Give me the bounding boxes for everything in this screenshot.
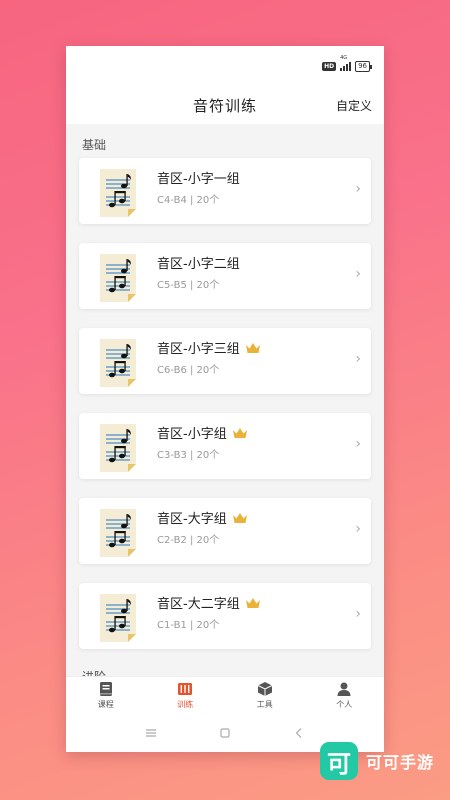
tab-tools[interactable]: 工具 [225, 677, 305, 714]
back-icon[interactable] [293, 727, 305, 739]
tab-profile[interactable]: 个人 [305, 677, 385, 714]
phone-screen: HD 4G 96 音符训练 自定义 基础 音区-小字一组 C4-B4 | 20个 ›… [66, 46, 384, 752]
card-subtitle: C6-B6 | 20个 [157, 365, 220, 376]
brand-logo: 可 [320, 742, 358, 780]
bottom-nav: 课程 训练 工具 个人 [66, 676, 384, 714]
training-card[interactable]: 音区-大字组 C2-B2 | 20个 › [79, 498, 371, 564]
card-title-row: 音区-小字一组 [157, 168, 240, 187]
crown-icon [232, 512, 247, 523]
crown-icon [232, 427, 247, 438]
card-title-row: 音区-大二字组 [157, 593, 261, 612]
tab-training[interactable]: 训练 [146, 677, 226, 714]
book-icon [99, 682, 112, 696]
card-subtitle: C4-B4 | 20个 [157, 195, 220, 206]
chevron-right-icon: › [355, 351, 361, 367]
brand-name: 可可手游 [366, 753, 435, 772]
card-title: 音区-小字二组 [157, 257, 240, 272]
status-bar: HD 4G 96 [66, 46, 384, 86]
card-title: 音区-大字组 [157, 512, 227, 527]
page-title: 音符训练 [192, 96, 257, 115]
chevron-right-icon: › [355, 606, 361, 622]
music-sheet-icon [99, 253, 137, 303]
tab-label: 课程 [97, 700, 114, 709]
training-card[interactable]: 音区-小字三组 C6-B6 | 20个 › [79, 328, 371, 394]
tab-courses[interactable]: 课程 [66, 677, 146, 714]
music-sheet-icon [99, 593, 137, 643]
crown-icon [245, 597, 260, 608]
training-card[interactable]: 音区-小字二组 C5-B5 | 20个 › [79, 243, 371, 309]
card-title: 音区-大二字组 [157, 597, 240, 612]
box-icon [257, 682, 272, 696]
customize-button[interactable]: 自定义 [336, 97, 372, 114]
music-sheet-icon [99, 508, 137, 558]
card-subtitle: C3-B3 | 20个 [157, 450, 220, 461]
person-icon [337, 682, 351, 696]
battery-icon: 96 [355, 60, 372, 72]
chevron-right-icon: › [355, 436, 361, 452]
card-subtitle: C2-B2 | 20个 [157, 535, 220, 546]
training-card[interactable]: 音区-小字组 C3-B3 | 20个 › [79, 413, 371, 479]
section-title-advanced: 进阶 [82, 668, 106, 676]
tab-label: 工具 [256, 700, 273, 709]
chevron-right-icon: › [355, 521, 361, 537]
card-subtitle: C5-B5 | 20个 [157, 280, 220, 291]
tab-label: 个人 [336, 700, 353, 709]
card-subtitle: C1-B1 | 20个 [157, 620, 220, 631]
card-title-row: 音区-大字组 [157, 508, 248, 527]
tab-label: 训练 [177, 700, 194, 709]
card-title: 音区-小字组 [157, 427, 227, 442]
home-icon[interactable] [219, 727, 231, 739]
menu-icon[interactable] [145, 727, 157, 739]
app-header: 音符训练 自定义 [66, 86, 384, 124]
network-type: 4G [340, 54, 348, 61]
card-title-row: 音区-小字三组 [157, 338, 261, 357]
section-title-basic: 基础 [82, 138, 107, 152]
music-sheet-icon [99, 423, 137, 473]
training-list: 基础 音区-小字一组 C4-B4 | 20个 › 音区-小字二组 C5-B5 | 20个… [66, 124, 384, 676]
piano-icon [178, 683, 193, 695]
card-title: 音区-小字三组 [157, 342, 240, 357]
training-card[interactable]: 音区-小字一组 C4-B4 | 20个 › [79, 158, 371, 224]
hd-indicator: HD [322, 61, 337, 71]
training-card[interactable]: 音区-大二字组 C1-B1 | 20个 › [79, 583, 371, 649]
card-title-row: 音区-小字组 [157, 423, 248, 442]
card-title: 音区-小字一组 [157, 172, 240, 187]
music-sheet-icon [99, 338, 137, 388]
watermark-brand: 可 可可手游 [320, 742, 434, 780]
signal-icon: 4G [340, 55, 352, 71]
chevron-right-icon: › [355, 181, 361, 197]
card-title-row: 音区-小字二组 [157, 253, 240, 272]
crown-icon [245, 342, 260, 353]
chevron-right-icon: › [355, 266, 361, 282]
music-sheet-icon [99, 168, 137, 218]
